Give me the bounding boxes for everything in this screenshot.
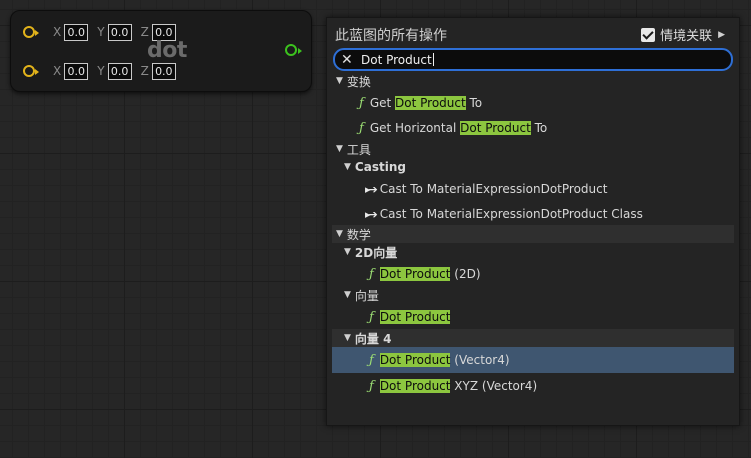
clear-search-icon[interactable]: ✕ [341, 52, 361, 68]
expand-triangle-icon: ▼ [336, 144, 343, 154]
input-b-x-field[interactable]: 0.0 [64, 62, 89, 80]
expand-triangle-icon: ▼ [344, 333, 351, 343]
input-b-y-field[interactable]: 0.0 [107, 62, 132, 80]
expand-triangle-icon: ▼ [344, 162, 351, 172]
category-math[interactable]: ▼ 数学 [332, 225, 734, 243]
input-a-x-field[interactable]: 0.0 [64, 23, 89, 41]
function-icon: ƒ [369, 352, 374, 368]
menu-header: 此蓝图的所有操作 [335, 28, 447, 44]
action-cast-to-dot-product-class[interactable]: ▸➔ Cast To MaterialExpressionDotProduct … [332, 203, 734, 225]
axis-label-x: X [53, 64, 62, 78]
axis-label-y: Y [97, 25, 105, 39]
context-checkbox-icon[interactable] [641, 27, 656, 42]
function-icon: ƒ [359, 95, 364, 111]
context-label: 情境关联 [660, 29, 713, 44]
node-title: dot [147, 38, 187, 63]
expand-triangle-icon: ▼ [344, 247, 351, 257]
expand-triangle-icon: ▼ [336, 229, 343, 239]
action-menu: 此蓝图的所有操作 情境关联 ▶ ✕ Dot Product ▼ 变换 ƒ Get… [326, 17, 740, 426]
function-icon: ƒ [359, 120, 364, 136]
cast-arrow-icon: ▸➔ [365, 182, 378, 196]
category-tools[interactable]: ▼ 工具 [332, 140, 734, 158]
expand-triangle-icon: ▼ [344, 290, 351, 300]
input-pin-row-b: X 0.0 Y 0.0 Z 0.0 [23, 61, 185, 81]
axis-label-x: X [53, 25, 62, 39]
subcategory-vector[interactable]: ▼ 向量 [332, 286, 734, 304]
cast-arrow-icon: ▸➔ [365, 207, 378, 221]
axis-label-z: Z [140, 25, 149, 39]
action-cast-to-dot-product[interactable]: ▸➔ Cast To MaterialExpressionDotProduct [332, 178, 734, 200]
action-dot-product-2d[interactable]: ƒ Dot Product (2D) [332, 263, 734, 285]
input-a-y-field[interactable]: 0.0 [107, 23, 132, 41]
search-input[interactable]: ✕ Dot Product [333, 48, 733, 71]
chevron-right-icon[interactable]: ▶ [718, 30, 725, 40]
search-value: Dot Product [361, 52, 432, 67]
category-transform[interactable]: ▼ 变换 [332, 72, 734, 90]
text-caret [432, 53, 434, 66]
function-icon: ƒ [369, 378, 374, 394]
expand-triangle-icon: ▼ [336, 76, 343, 86]
subcategory-casting[interactable]: ▼ Casting [332, 158, 734, 176]
input-a-pin-icon[interactable] [23, 26, 39, 38]
action-dot-product-xyz-vector4[interactable]: ƒ Dot Product XYZ (Vector4) [332, 375, 734, 397]
axis-label-y: Y [97, 64, 105, 78]
function-icon: ƒ [369, 309, 374, 325]
action-dot-product-vector4[interactable]: ƒ Dot Product (Vector4) [332, 347, 734, 373]
dot-product-node[interactable]: X 0.0 Y 0.0 Z 0.0 dot X 0.0 Y 0.0 Z 0.0 [10, 10, 312, 92]
action-get-dot-product-to[interactable]: ƒ Get Dot Product To [332, 92, 734, 114]
subcategory-vector-2d[interactable]: ▼ 2D向量 [332, 243, 734, 261]
output-pin-icon[interactable] [285, 44, 302, 56]
axis-label-z: Z [140, 64, 149, 78]
input-b-pin-icon[interactable] [23, 65, 39, 77]
function-icon: ƒ [369, 266, 374, 282]
action-get-horizontal-dot-product-to[interactable]: ƒ Get Horizontal Dot Product To [332, 117, 734, 139]
input-b-z-field[interactable]: 0.0 [151, 62, 176, 80]
subcategory-vector-4[interactable]: ▼ 向量 4 [332, 329, 734, 347]
action-dot-product[interactable]: ƒ Dot Product [332, 306, 734, 328]
context-sensitive-toggle[interactable]: 情境关联 ▶ [641, 25, 725, 44]
